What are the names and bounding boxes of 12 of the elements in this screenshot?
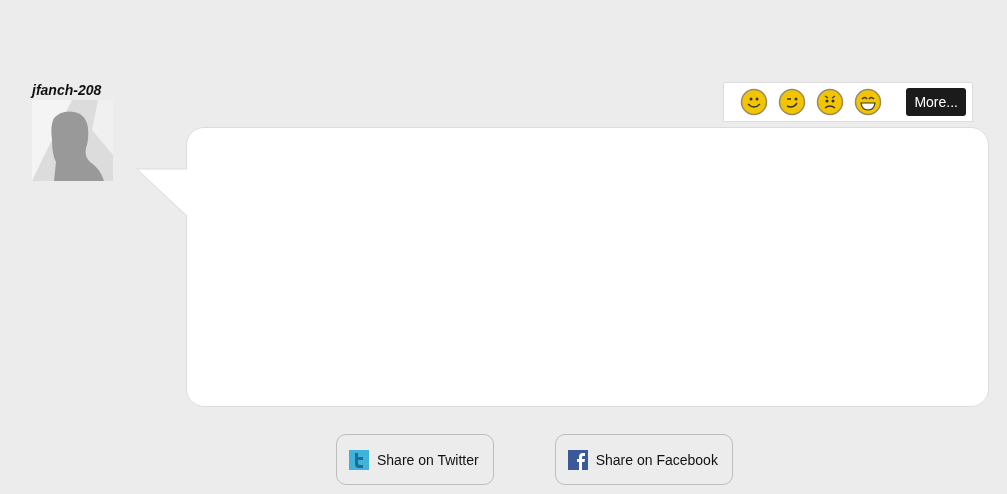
bird-logo-icon xyxy=(349,449,369,470)
share-button[interactable]: Share on Twitter xyxy=(336,434,494,485)
username: jfanch-208 xyxy=(32,82,103,99)
smile-emoticon-icon[interactable] xyxy=(740,88,769,116)
f-logo-icon xyxy=(567,449,588,470)
worried-emoticon-icon[interactable] xyxy=(816,88,845,116)
more-button[interactable]: More... xyxy=(906,88,966,116)
wink-emoticon-icon[interactable] xyxy=(778,88,807,116)
avatar-silhouette-icon xyxy=(32,100,113,181)
speech-bubble-tail xyxy=(137,168,188,216)
share-button[interactable]: Share on Facebook xyxy=(554,434,733,485)
grin-emoticon-icon[interactable] xyxy=(854,88,883,116)
